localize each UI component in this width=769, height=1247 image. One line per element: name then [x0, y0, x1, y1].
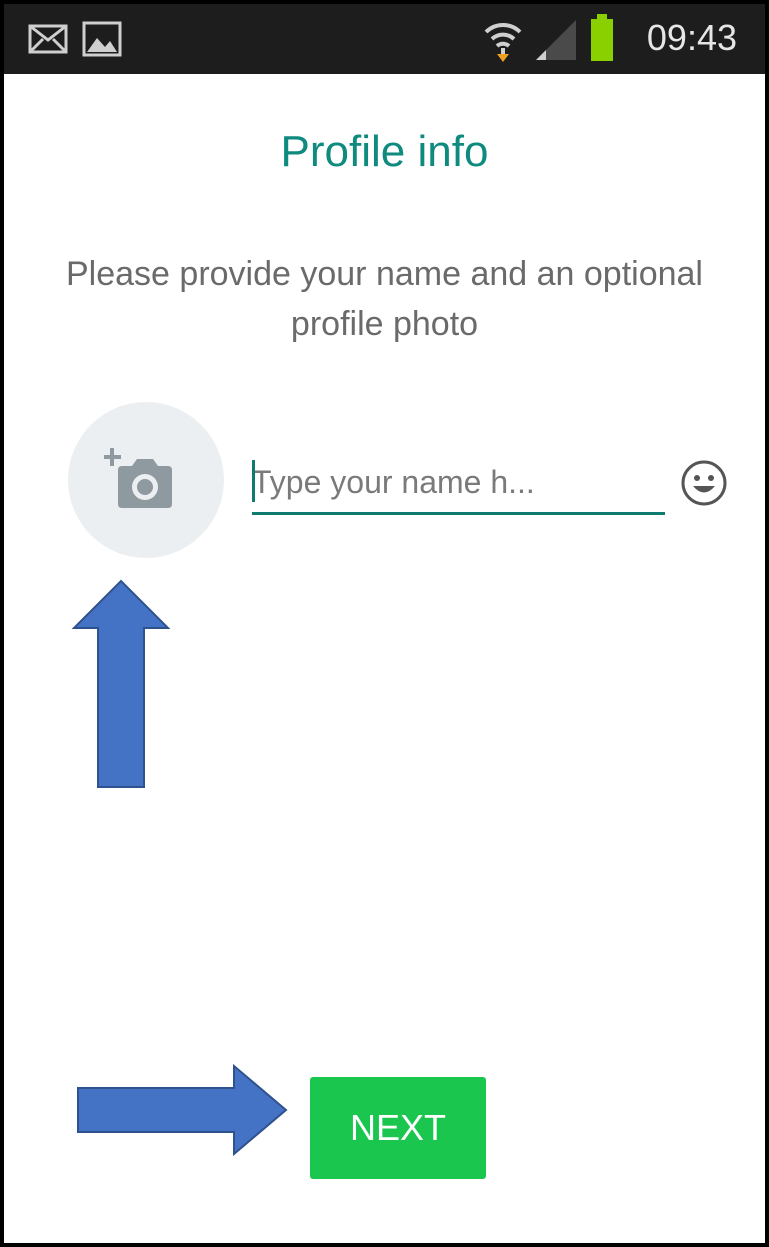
page-title: Profile info [280, 127, 489, 176]
mail-icon [28, 24, 68, 54]
status-time: 09:43 [646, 17, 737, 58]
up-arrow-annotation [71, 579, 171, 788]
name-field [252, 452, 665, 515]
text-cursor [252, 460, 255, 502]
right-arrow-annotation [77, 1063, 288, 1157]
next-button[interactable]: NEXT [310, 1077, 486, 1179]
image-icon [82, 21, 122, 57]
name-input[interactable] [252, 452, 665, 512]
wifi-icon [484, 22, 522, 62]
add-profile-photo-button[interactable] [68, 402, 224, 558]
phone-screen: 09:43 Profile info Please provide your n… [0, 0, 769, 1247]
battery-icon [591, 14, 613, 61]
add-photo-camera-icon [104, 448, 172, 508]
page-subtitle: Please provide your name and an optional… [66, 255, 703, 343]
status-bar: 09:43 [4, 4, 765, 74]
signal-icon [536, 20, 576, 60]
smiley-face-icon[interactable] [680, 459, 728, 507]
